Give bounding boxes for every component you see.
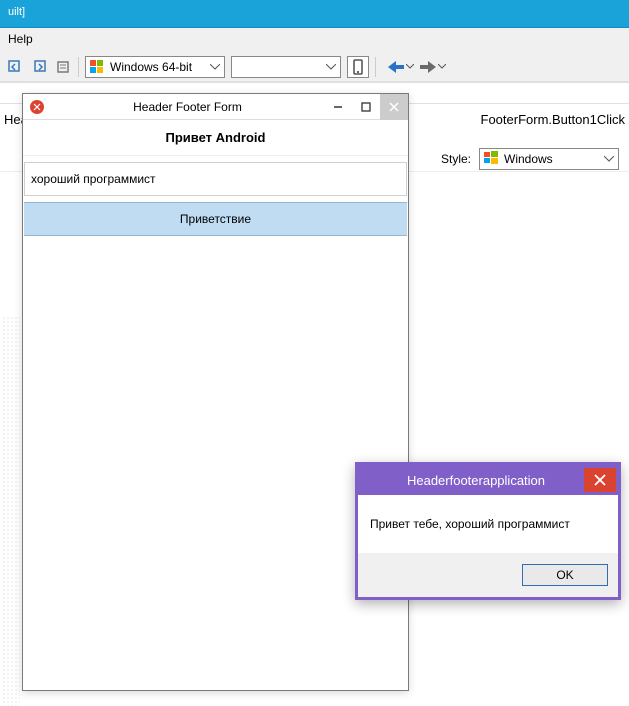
nav-arrows [388, 61, 446, 73]
config-selector[interactable] [231, 56, 341, 78]
platform-label: Windows 64-bit [110, 60, 192, 74]
toolbar-btn-1[interactable] [6, 58, 24, 76]
message-box: Headerfooterapplication Привет тебе, хор… [355, 462, 621, 600]
msgbox-text: Привет тебе, хороший программист [358, 495, 618, 553]
title-fragment: uilt] [8, 6, 25, 18]
msgbox-title: Headerfooterapplication [368, 473, 584, 488]
app-window-title: Header Footer Form [51, 100, 324, 114]
minimize-button[interactable] [324, 94, 352, 120]
app-body: Приветствие [23, 156, 408, 236]
chevron-down-icon [604, 156, 614, 162]
ide-titlebar: uilt] [0, 0, 629, 28]
menu-help[interactable]: Help [8, 32, 33, 46]
ok-button-label: OK [556, 568, 573, 582]
chevron-down-icon [326, 64, 336, 70]
msgbox-close-button[interactable] [584, 468, 616, 492]
device-button[interactable] [347, 56, 369, 78]
windows-flag-icon [90, 60, 104, 74]
menu-bar: Help [0, 28, 629, 52]
form-designer-grid [2, 316, 20, 706]
separator [78, 57, 79, 77]
platform-selector[interactable]: Windows 64-bit [85, 56, 225, 78]
toolbar-btn-3[interactable] [54, 58, 72, 76]
greet-button-label: Приветствие [180, 212, 251, 226]
main-toolbar: Windows 64-bit [0, 52, 629, 82]
nav-forward-button[interactable] [420, 61, 446, 73]
style-label: Style: [441, 152, 471, 166]
windows-logo-icon [484, 150, 498, 167]
nav-back-button[interactable] [388, 61, 414, 73]
app-header-label: Привет Android [23, 120, 408, 156]
tab-method-name: FooterForm.Button1Click [481, 112, 626, 127]
toolbar-btn-2[interactable] [30, 58, 48, 76]
close-button[interactable] [380, 94, 408, 120]
name-input[interactable] [24, 162, 407, 196]
style-value: Windows [504, 152, 553, 166]
app-icon [29, 99, 45, 115]
msgbox-titlebar[interactable]: Headerfooterapplication [358, 465, 618, 495]
maximize-button[interactable] [352, 94, 380, 120]
msgbox-footer: OK [358, 553, 618, 597]
greet-button[interactable]: Приветствие [24, 202, 407, 236]
ok-button[interactable]: OK [522, 564, 608, 586]
separator [375, 57, 376, 77]
app-titlebar[interactable]: Header Footer Form [23, 94, 408, 120]
style-selector[interactable]: Windows [479, 148, 619, 170]
chevron-down-icon [210, 64, 220, 70]
app-window: Header Footer Form Привет Android Привет… [22, 93, 409, 691]
